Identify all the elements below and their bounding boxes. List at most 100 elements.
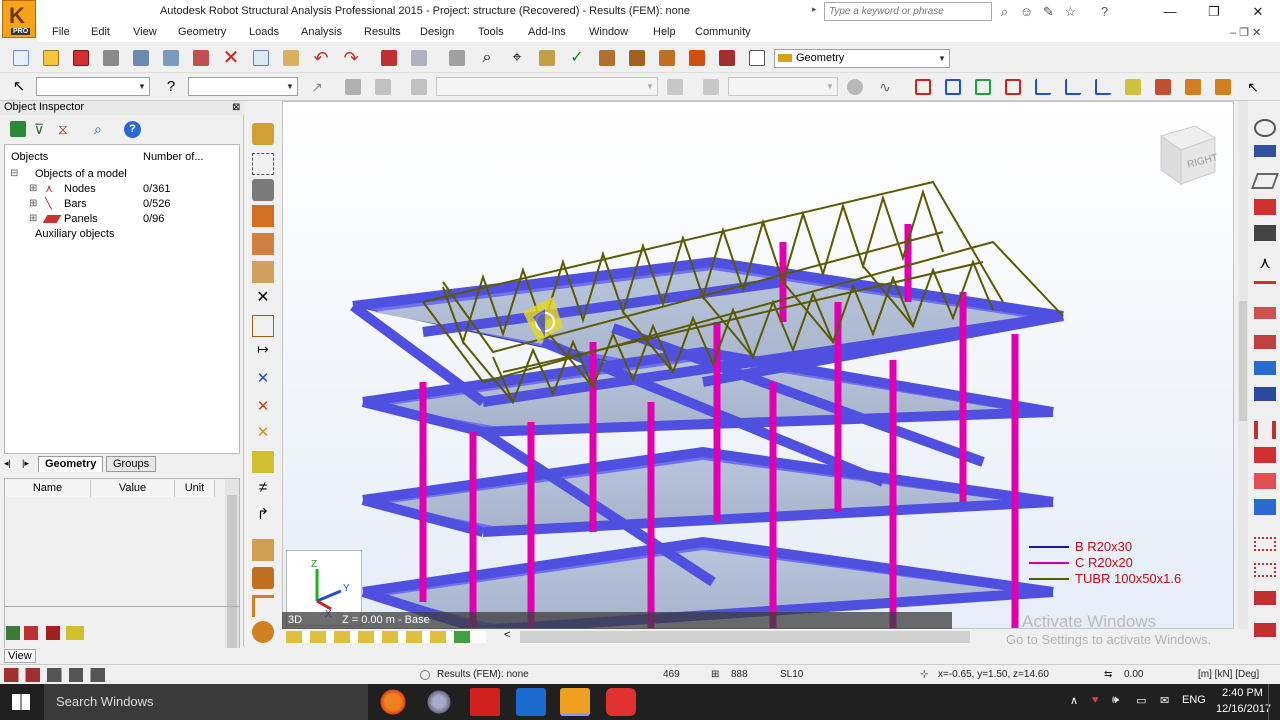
filter-icon[interactable]: ⊽: [34, 121, 50, 137]
filter-combo[interactable]: ▼: [188, 77, 298, 96]
view-cube[interactable]: RIGHT: [1155, 122, 1219, 186]
intersect-tool-icon[interactable]: ✕: [252, 287, 274, 309]
windows-start-icon[interactable]: [12, 694, 30, 710]
case-combo[interactable]: ▼: [436, 77, 658, 96]
snow-wind-tool-icon[interactable]: [252, 567, 274, 589]
wave-icon[interactable]: ∿: [874, 76, 896, 98]
menu-view[interactable]: View: [133, 26, 157, 38]
tree-icon[interactable]: [6, 626, 20, 640]
redo-icon[interactable]: ↷: [340, 47, 362, 69]
translate-tool-icon[interactable]: ↦: [252, 341, 274, 363]
prop-col-name[interactable]: Name: [5, 480, 91, 497]
view-mode-label[interactable]: 3D: [288, 614, 302, 626]
bars-tool-icon[interactable]: [252, 205, 274, 227]
layout-icon[interactable]: [656, 47, 678, 69]
zoom-icon[interactable]: [1254, 119, 1276, 137]
3d-viewport[interactable]: RIGHT B R20x30 C R20x20 TUBR 100x50x1.6 …: [282, 101, 1234, 629]
trim-tool-icon[interactable]: ✕: [252, 397, 274, 419]
release-tool-icon[interactable]: ≠: [252, 479, 274, 501]
clock-time[interactable]: 2:40 PM: [1222, 687, 1263, 699]
tab-view[interactable]: View: [4, 649, 36, 663]
zoom-icon[interactable]: ⌕: [476, 47, 498, 69]
tab-scroll-right-icon[interactable]: |▸: [22, 458, 29, 469]
search-expand-icon[interactable]: ▸: [812, 4, 822, 18]
view-settings-icon[interactable]: [1254, 499, 1276, 515]
attributes-icon[interactable]: [1254, 563, 1276, 577]
menu-addins[interactable]: Add-Ins: [528, 26, 566, 38]
expand-icon[interactable]: ⊞: [29, 213, 37, 224]
offset-tool-icon[interactable]: ↱: [252, 505, 274, 527]
offset-symbol-icon[interactable]: [1254, 335, 1276, 349]
clock-date[interactable]: 12/16/2017: [1216, 703, 1271, 715]
menu-window[interactable]: Window: [589, 26, 628, 38]
status-toolbar-icons[interactable]: [4, 668, 124, 682]
extend-tool-icon[interactable]: ✕: [252, 423, 274, 445]
i-section-icon[interactable]: [1254, 421, 1276, 439]
load-icon[interactable]: [664, 76, 686, 98]
footing-tool-icon[interactable]: [252, 621, 274, 643]
sections-tool-icon[interactable]: [252, 233, 274, 255]
message-icon[interactable]: ✉: [1160, 694, 1169, 707]
menu-help[interactable]: Help: [653, 26, 676, 38]
nodes-tool-icon[interactable]: [252, 153, 274, 175]
close-icon[interactable]: ⊠: [232, 102, 240, 113]
section-icon[interactable]: [1254, 225, 1276, 241]
settings-app-icon[interactable]: [424, 688, 454, 716]
paste-icon[interactable]: [280, 47, 302, 69]
menu-geometry[interactable]: Geometry: [178, 26, 226, 38]
tab-groups[interactable]: Groups: [106, 456, 157, 472]
legend-icon[interactable]: [1254, 591, 1276, 605]
tree-item-auxiliary[interactable]: Auxiliary objects: [35, 228, 114, 240]
menu-results[interactable]: Results: [364, 26, 401, 38]
close-button[interactable]: ✕: [1236, 0, 1280, 24]
menu-community[interactable]: Community: [695, 26, 751, 38]
divide-tool-icon[interactable]: ✕: [252, 369, 274, 391]
selection-combo[interactable]: ▼: [36, 77, 150, 96]
horizontal-scrollbar[interactable]: [520, 631, 970, 643]
menu-design[interactable]: Design: [420, 26, 454, 38]
bar-symbol-icon[interactable]: [1254, 281, 1276, 293]
selection-filter-icon[interactable]: ?: [160, 76, 182, 98]
open-icon[interactable]: [40, 47, 62, 69]
users-icon[interactable]: ☺: [1018, 3, 1035, 20]
calculator-icon[interactable]: [378, 47, 400, 69]
ruler-icon[interactable]: [1254, 145, 1276, 157]
profile-symbol-icon[interactable]: [1254, 387, 1276, 401]
menu-edit[interactable]: Edit: [91, 26, 110, 38]
scroll-left-icon[interactable]: <: [504, 629, 510, 641]
node-numbers-icon[interactable]: [942, 76, 964, 98]
tree-item-panels[interactable]: ⊞ Panels 0/96: [29, 213, 234, 228]
bars-icon[interactable]: [596, 47, 618, 69]
edit-icon[interactable]: [24, 626, 38, 640]
shape-icon[interactable]: [1254, 447, 1276, 463]
help-cursor-icon[interactable]: ↗: [306, 76, 328, 98]
teamviewer-icon[interactable]: [516, 688, 546, 716]
layout-selector-icon[interactable]: [746, 47, 768, 69]
layout-combo[interactable]: Geometry ▼: [774, 49, 950, 68]
table-icon[interactable]: [408, 47, 430, 69]
tray-app-icon[interactable]: ♥: [1092, 694, 1099, 706]
frame-tool-icon[interactable]: [252, 595, 274, 617]
network-icon[interactable]: ▭: [1136, 694, 1146, 707]
supports-display-icon[interactable]: [1182, 76, 1204, 98]
member-icon[interactable]: [1092, 76, 1114, 98]
tab-geometry[interactable]: Geometry: [38, 456, 104, 472]
display-icon[interactable]: [1254, 537, 1276, 551]
object-color-icon[interactable]: [1254, 199, 1276, 215]
acrobat-icon[interactable]: [470, 688, 500, 716]
clear-filter-icon[interactable]: ⧖: [58, 121, 74, 137]
firefox-icon[interactable]: [378, 688, 408, 716]
undo-icon[interactable]: ↶: [310, 47, 332, 69]
tree-item-bars[interactable]: ⊞ ╲ Bars 0/526: [29, 198, 234, 213]
tab-scroll-left-icon[interactable]: ◂|: [4, 458, 11, 469]
shield-app-icon[interactable]: [606, 688, 636, 716]
find-icon[interactable]: ⌕: [94, 121, 110, 137]
support-symbol-icon[interactable]: ⋏: [1254, 253, 1276, 272]
maximize-button[interactable]: ❐: [1192, 0, 1236, 24]
truss-icon[interactable]: [626, 47, 648, 69]
panel-tool-icon[interactable]: [252, 315, 274, 337]
screen-capture-icon[interactable]: [190, 47, 212, 69]
pencil-icon[interactable]: [66, 626, 84, 640]
copy-icon[interactable]: [250, 47, 272, 69]
view-toolbar-icons[interactable]: [286, 631, 486, 643]
